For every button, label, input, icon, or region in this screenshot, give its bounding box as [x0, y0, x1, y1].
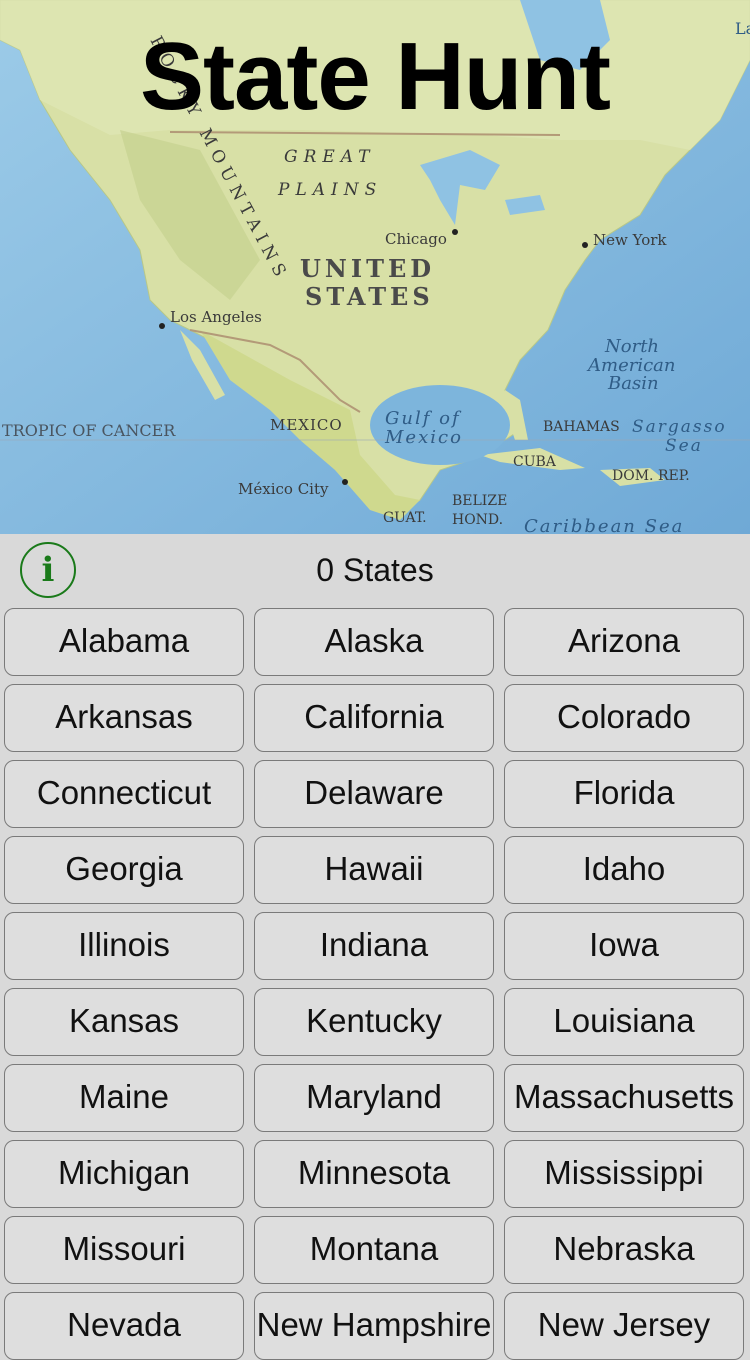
state-button-kentucky[interactable]: Kentucky: [254, 988, 494, 1056]
label-chicago: Chicago: [385, 230, 447, 248]
label-newyork: New York: [593, 231, 667, 249]
label-belize: BELIZE: [452, 493, 507, 509]
info-icon[interactable]: i: [20, 542, 76, 598]
label-basin3: Basin: [607, 373, 659, 394]
state-button-hawaii[interactable]: Hawaii: [254, 836, 494, 904]
state-button-arkansas[interactable]: Arkansas: [4, 684, 244, 752]
label-basin1: North: [604, 336, 659, 357]
label-sargasso2: Sea: [665, 436, 703, 456]
state-button-new-jersey[interactable]: New Jersey: [504, 1292, 744, 1360]
state-button-maine[interactable]: Maine: [4, 1064, 244, 1132]
state-button-delaware[interactable]: Delaware: [254, 760, 494, 828]
state-button-california[interactable]: California: [254, 684, 494, 752]
state-button-arizona[interactable]: Arizona: [504, 608, 744, 676]
state-button-indiana[interactable]: Indiana: [254, 912, 494, 980]
states-found-count: 0 States: [316, 552, 434, 588]
label-mexico: MEXICO: [270, 416, 343, 434]
label-cuba: CUBA: [513, 454, 557, 470]
label-mexicocity: México City: [238, 480, 329, 498]
app-title: State Hunt: [140, 23, 611, 130]
label-states: STATES: [305, 282, 434, 311]
label-plains: PLAINS: [277, 180, 382, 200]
city-dot-chicago: [452, 229, 458, 235]
state-button-new-hampshire[interactable]: New Hampshire: [254, 1292, 494, 1360]
state-button-nebraska[interactable]: Nebraska: [504, 1216, 744, 1284]
state-button-connecticut[interactable]: Connecticut: [4, 760, 244, 828]
state-button-alaska[interactable]: Alaska: [254, 608, 494, 676]
city-dot-mexicocity: [342, 479, 348, 485]
label-guat: GUAT.: [383, 510, 427, 526]
state-button-nevada[interactable]: Nevada: [4, 1292, 244, 1360]
city-dot-losangeles: [159, 323, 165, 329]
label-great: GREAT: [284, 147, 375, 167]
state-button-kansas[interactable]: Kansas: [4, 988, 244, 1056]
label-united: UNITED: [300, 254, 435, 283]
label-gulf2: Mexico: [384, 427, 463, 448]
label-bahamas: BAHAMAS: [543, 419, 620, 435]
state-button-illinois[interactable]: Illinois: [4, 912, 244, 980]
state-button-mississippi[interactable]: Mississippi: [504, 1140, 744, 1208]
state-button-minnesota[interactable]: Minnesota: [254, 1140, 494, 1208]
label-losangeles: Los Angeles: [170, 308, 262, 326]
status-bar: 0 States i: [0, 534, 750, 606]
city-dot-newyork: [582, 242, 588, 248]
label-tropic: TROPIC OF CANCER: [2, 421, 176, 440]
state-button-iowa[interactable]: Iowa: [504, 912, 744, 980]
state-button-alabama[interactable]: Alabama: [4, 608, 244, 676]
state-button-louisiana[interactable]: Louisiana: [504, 988, 744, 1056]
state-button-michigan[interactable]: Michigan: [4, 1140, 244, 1208]
label-gulf1: Gulf of: [385, 408, 462, 429]
state-button-florida[interactable]: Florida: [504, 760, 744, 828]
state-button-idaho[interactable]: Idaho: [504, 836, 744, 904]
label-hond: HOND.: [452, 512, 503, 528]
label-caribbean: Caribbean Sea: [524, 516, 684, 534]
label-domrep: DOM. REP.: [612, 468, 690, 484]
state-button-maryland[interactable]: Maryland: [254, 1064, 494, 1132]
state-button-colorado[interactable]: Colorado: [504, 684, 744, 752]
state-button-georgia[interactable]: Georgia: [4, 836, 244, 904]
state-button-montana[interactable]: Montana: [254, 1216, 494, 1284]
state-button-missouri[interactable]: Missouri: [4, 1216, 244, 1284]
label-sargasso1: Sargasso: [632, 417, 727, 437]
state-button-massachusetts[interactable]: Massachusetts: [504, 1064, 744, 1132]
